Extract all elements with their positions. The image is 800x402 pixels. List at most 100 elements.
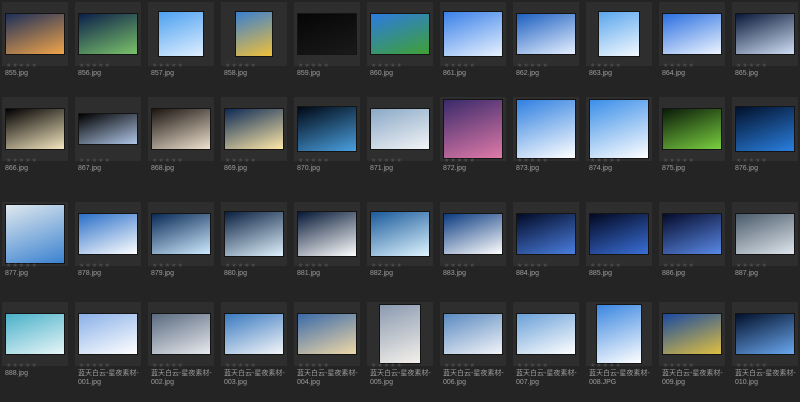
rating-stars[interactable]: ★★★★★ [79, 157, 111, 164]
thumbnail-item[interactable]: ★★★★★ 861.jpg [440, 2, 506, 102]
thumbnail-frame[interactable] [513, 97, 579, 161]
thumbnail-item[interactable]: ★★★★★ 887.jpg [732, 202, 798, 302]
thumbnail-frame[interactable] [75, 97, 141, 161]
rating-stars[interactable]: ★★★★★ [298, 157, 330, 164]
thumbnail-item[interactable]: ★★★★★ 蓝天白云-星夜素材-005.jpg [367, 302, 433, 402]
volcano-clouds-thumbnail[interactable] [152, 314, 210, 354]
earth-horizon-thumbnail[interactable] [298, 107, 356, 151]
thumbnail-frame[interactable] [732, 302, 798, 366]
thumbnail-frame[interactable] [440, 302, 506, 366]
rating-stars[interactable]: ★★★★★ [6, 262, 38, 269]
rating-stars[interactable]: ★★★★★ [298, 262, 330, 269]
thumbnail-frame[interactable] [2, 302, 68, 366]
thumbnail-frame[interactable] [659, 97, 725, 161]
thumbnail-item[interactable]: ★★★★★ 868.jpg [148, 97, 214, 197]
rating-stars[interactable]: ★★★★★ [517, 262, 549, 269]
thumbnail-item[interactable]: ★★★★★ 855.jpg [2, 2, 68, 102]
sky-grass-thumbnail[interactable] [371, 14, 429, 54]
thumbnail-item[interactable]: ★★★★★ 蓝天白云-星夜素材-007.jpg [513, 302, 579, 402]
thumbnail-item[interactable]: ★★★★★ 865.jpg [732, 2, 798, 102]
thumbnail-item[interactable]: ★★★★★ 蓝天白云-星夜素材-001.jpg [75, 302, 141, 402]
cloud-tower-thumbnail[interactable] [380, 305, 420, 363]
thumbnail-frame[interactable] [221, 202, 287, 266]
thumbnail-item[interactable]: ★★★★★ 859.jpg [294, 2, 360, 102]
thumbnail-frame[interactable] [75, 202, 141, 266]
thumbnail-item[interactable]: ★★★★★ 869.jpg [221, 97, 287, 197]
thumbnail-frame[interactable] [148, 302, 214, 366]
thumbnail-item[interactable]: ★★★★★ 蓝天白云-星夜素材-010.jpg [732, 302, 798, 402]
rating-stars[interactable]: ★★★★★ [444, 262, 476, 269]
thumbnail-item[interactable]: ★★★★★ 864.jpg [659, 2, 725, 102]
thumbnail-item[interactable]: ★★★★★ 882.jpg [367, 202, 433, 302]
starfield-thumbnail[interactable] [517, 214, 575, 254]
thumbnail-item[interactable]: ★★★★★ 866.jpg [2, 97, 68, 197]
thumbnail-item[interactable]: ★★★★★ 879.jpg [148, 202, 214, 302]
thumbnail-item[interactable]: ★★★★★ 蓝天白云-星夜素材-009.jpg [659, 302, 725, 402]
rating-stars[interactable]: ★★★★★ [444, 62, 476, 69]
thumbnail-item[interactable]: ★★★★★ 872.jpg [440, 97, 506, 197]
lightning-dark-thumbnail[interactable] [298, 14, 356, 54]
thumbnail-frame[interactable] [367, 97, 433, 161]
thumbnail-frame[interactable] [659, 302, 725, 366]
rating-stars[interactable]: ★★★★★ [225, 62, 257, 69]
blue-sky-clouds-thumbnail[interactable] [597, 305, 641, 363]
rating-stars[interactable]: ★★★★★ [663, 262, 695, 269]
rating-stars[interactable]: ★★★★★ [517, 157, 549, 164]
rating-stars[interactable]: ★★★★★ [79, 62, 111, 69]
thumbnail-frame[interactable] [440, 202, 506, 266]
blue-planet-horizon-thumbnail[interactable] [736, 314, 794, 354]
thumbnail-item[interactable]: ★★★★★ 857.jpg [148, 2, 214, 102]
rating-stars[interactable]: ★★★★★ [152, 62, 184, 69]
moon-reflection-thumbnail[interactable] [79, 114, 137, 144]
thumbnail-frame[interactable] [586, 302, 652, 366]
rating-stars[interactable]: ★★★★★ [736, 62, 768, 69]
rating-stars[interactable]: ★★★★★ [225, 362, 257, 369]
blue-nebula-thumbnail[interactable] [736, 107, 794, 151]
rating-stars[interactable]: ★★★★★ [225, 262, 257, 269]
thumbnail-frame[interactable] [294, 202, 360, 266]
lightning-blue-thumbnail[interactable] [152, 214, 210, 254]
storm-clouds-thumbnail[interactable] [736, 214, 794, 254]
blue-sky-clouds-thumbnail[interactable] [663, 14, 721, 54]
thumbnail-frame[interactable] [513, 202, 579, 266]
hot-air-balloon-thumbnail[interactable] [236, 12, 272, 56]
teal-sky-thumbnail[interactable] [6, 314, 64, 354]
thumbnail-frame[interactable] [732, 202, 798, 266]
rating-stars[interactable]: ★★★★★ [590, 262, 622, 269]
thumbnail-frame[interactable] [294, 97, 360, 161]
thumbnail-frame[interactable] [75, 302, 141, 366]
thumbnail-frame[interactable] [148, 2, 214, 66]
thumbnail-item[interactable]: ★★★★★ 870.jpg [294, 97, 360, 197]
rating-stars[interactable]: ★★★★★ [152, 157, 184, 164]
thumbnail-frame[interactable] [367, 302, 433, 366]
rating-stars[interactable]: ★★★★★ [79, 262, 111, 269]
thumbnail-item[interactable]: ★★★★★ 蓝天白云-星夜素材-004.jpg [294, 302, 360, 402]
thumbnail-item[interactable]: ★★★★★ 蓝天白云-星夜素材-006.jpg [440, 302, 506, 402]
thumbnail-frame[interactable] [440, 2, 506, 66]
thumbnail-item[interactable]: ★★★★★ 886.jpg [659, 202, 725, 302]
cloud-sea-sunset-thumbnail[interactable] [298, 314, 356, 354]
thumbnail-item[interactable]: ★★★★★ 862.jpg [513, 2, 579, 102]
thumbnail-item[interactable]: ★★★★★ 867.jpg [75, 97, 141, 197]
lightning-blue-thumbnail[interactable] [371, 212, 429, 256]
single-cloud-thumbnail[interactable] [444, 214, 502, 254]
rating-stars[interactable]: ★★★★★ [371, 362, 403, 369]
cloud-ring-thumbnail[interactable] [517, 100, 575, 158]
rating-stars[interactable]: ★★★★★ [517, 62, 549, 69]
rating-stars[interactable]: ★★★★★ [590, 157, 622, 164]
rating-stars[interactable]: ★★★★★ [736, 157, 768, 164]
rating-stars[interactable]: ★★★★★ [590, 362, 622, 369]
rating-stars[interactable]: ★★★★★ [736, 262, 768, 269]
thumbnail-frame[interactable] [294, 302, 360, 366]
thumbnail-frame[interactable] [586, 2, 652, 66]
thumbnail-item[interactable]: ★★★★★ 883.jpg [440, 202, 506, 302]
thumbnail-item[interactable]: ★★★★★ 蓝天白云-星夜素材-002.jpg [148, 302, 214, 402]
rating-stars[interactable]: ★★★★★ [517, 362, 549, 369]
thumbnail-frame[interactable] [586, 97, 652, 161]
thumbnail-frame[interactable] [732, 2, 798, 66]
full-moon-thumbnail[interactable] [6, 109, 64, 149]
blue-sky-clouds-thumbnail[interactable] [599, 12, 639, 56]
rainbow-earth-thumbnail[interactable] [79, 14, 137, 54]
thumbnail-frame[interactable] [221, 97, 287, 161]
thumbnail-frame[interactable] [367, 2, 433, 66]
